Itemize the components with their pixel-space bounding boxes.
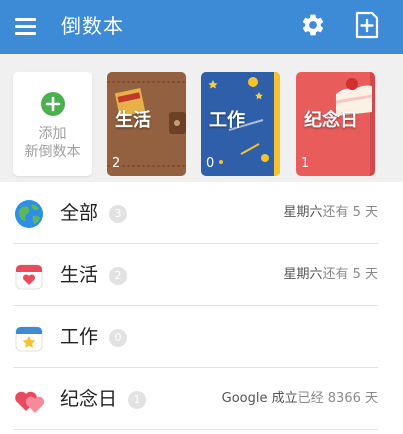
notebook-count: 1: [301, 156, 310, 171]
countdown-info: Google 成立已经 8366 天: [222, 390, 378, 408]
notebook-name: 生活: [115, 110, 151, 131]
calendar-star-icon: [14, 323, 44, 353]
globe-icon: [14, 199, 44, 229]
notebook-card-anniversary[interactable]: 纪念日 1: [296, 72, 375, 176]
count-badge: 0: [109, 329, 127, 347]
notebook-count: 2: [112, 156, 121, 171]
count-badge: 2: [109, 267, 127, 285]
countdown-text: 还有 5 天: [322, 267, 378, 282]
add-notebook-label-line2: 新倒数本: [24, 144, 81, 160]
add-book-icon[interactable]: [353, 11, 380, 39]
list-item-anniversary[interactable]: 纪念日 1 Google 成立已经 8366 天: [0, 368, 403, 430]
event-name: 星期六: [283, 205, 323, 220]
notebook-name: 纪念日: [304, 110, 358, 131]
hearts-icon: [14, 385, 45, 415]
list-item-label: 生活: [60, 264, 99, 286]
list-item-label: 全部: [60, 202, 99, 224]
event-name: 星期六: [283, 267, 323, 282]
notebook-count: 0: [206, 156, 215, 171]
countdown-info: 星期六还有 5 天: [283, 266, 378, 284]
notebook-card-life[interactable]: 生活 2: [107, 72, 186, 176]
calendar-heart-icon: [14, 261, 44, 291]
gear-icon[interactable]: [300, 12, 326, 38]
count-badge: 3: [109, 205, 127, 223]
list-item-work[interactable]: 工作 0: [0, 306, 403, 368]
add-circle-icon: [41, 92, 65, 116]
list-item-all[interactable]: 全部 3 星期六还有 5 天: [0, 182, 403, 244]
add-notebook-label-line1: 添加: [38, 126, 67, 142]
notebook-name: 工作: [209, 110, 245, 131]
add-notebook-card[interactable]: 添加 新倒数本: [13, 72, 92, 176]
list-item-label: 工作: [60, 326, 99, 348]
countdown-info: 星期六还有 5 天: [283, 204, 378, 222]
notebook-card-work[interactable]: 工作 0: [201, 72, 280, 176]
list-item-life[interactable]: 生活 2 星期六还有 5 天: [0, 244, 403, 306]
countdown-text: 还有 5 天: [322, 205, 378, 220]
page-title: 倒数本: [61, 14, 124, 38]
divider: [13, 429, 378, 430]
event-name: Google 成立: [221, 391, 298, 406]
menu-icon[interactable]: [13, 13, 39, 39]
countdown-text: 已经 8366 天: [297, 391, 378, 406]
notebook-shelf: 添加 新倒数本 生活 2 工作 0 纪念日 1: [0, 54, 403, 182]
count-badge: 1: [128, 391, 146, 409]
list-item-label: 纪念日: [60, 388, 118, 410]
app-bar: 倒数本: [0, 0, 403, 54]
